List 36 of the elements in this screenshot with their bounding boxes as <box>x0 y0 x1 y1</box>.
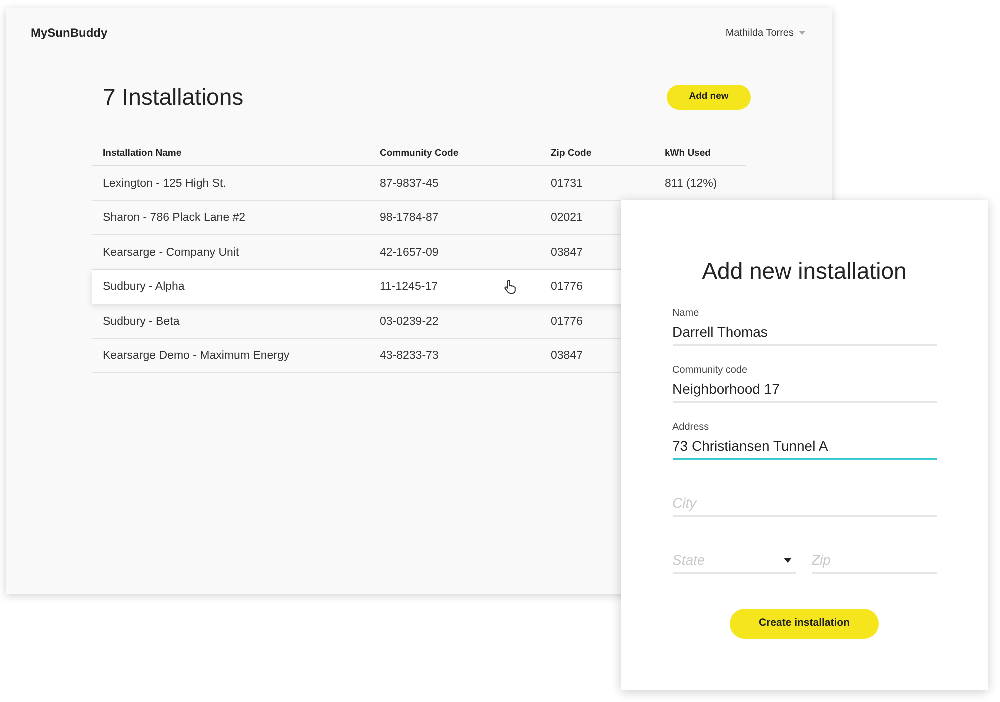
table-cell: Sudbury - Beta <box>103 316 180 328</box>
hand-cursor-icon <box>504 280 516 294</box>
table-cell: 11-1245-17 <box>380 281 438 294</box>
caret-icon <box>799 31 806 35</box>
table-cell: 811 (12%) <box>665 178 718 190</box>
column-header: Community Code <box>380 148 459 158</box>
table-cell: 42-1657-09 <box>380 246 439 259</box>
table-cell: Kearsarge - Company Unit <box>103 246 240 259</box>
input-field[interactable]: 73 Christiansen Tunnel A <box>672 434 936 460</box>
page-title: 7 Installations <box>102 82 244 112</box>
table-cell: 43-8233-73 <box>380 350 439 362</box>
column-header: Installation Name <box>103 148 182 158</box>
input-field[interactable]: Darrell Thomas <box>672 320 936 346</box>
column-header: Zip Code <box>551 148 592 158</box>
field-label: Address <box>672 422 710 434</box>
table-cell: Sudbury - Alpha <box>103 281 185 294</box>
table-cell: 03847 <box>551 246 583 259</box>
create-installation-button[interactable]: Create installation <box>730 609 879 639</box>
app-logo[interactable]: MySunBuddy <box>31 24 108 42</box>
dropdown-arrow-icon <box>784 558 792 562</box>
table-cell: 01776 <box>551 316 583 328</box>
add-new-button[interactable]: Add new <box>667 84 751 110</box>
table-cell: 98-1784-87 <box>380 212 439 224</box>
table-cell: Sharon - 786 Plack Lane #2 <box>103 212 246 224</box>
table-cell: 01731 <box>551 178 583 190</box>
input-field[interactable]: Neighborhood 17 <box>672 377 936 403</box>
column-header: kWh Used <box>665 148 711 158</box>
table-cell: 02021 <box>551 212 583 224</box>
table-cell: 01776 <box>551 281 583 294</box>
table-cell: 03-0239-22 <box>380 316 439 328</box>
user-menu[interactable]: Mathilda Torres <box>726 26 806 40</box>
table-cell: Kearsarge Demo - Maximum Energy <box>103 350 290 362</box>
table-cell: Lexington - 125 High St. <box>103 178 226 190</box>
table-cell: 87-9837-45 <box>380 178 439 190</box>
table-cell: 03847 <box>551 350 583 362</box>
field-label: Name <box>672 308 700 320</box>
